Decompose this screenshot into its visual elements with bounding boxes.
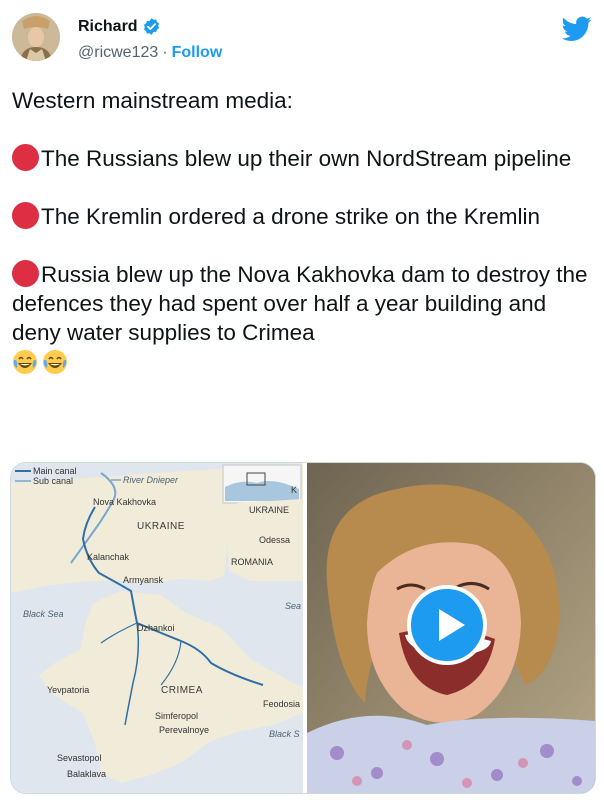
label-inset-ukraine: UKRAINE	[249, 505, 290, 515]
label-feodosia: Feodosia	[263, 699, 301, 709]
label-kalanchak: Kalanchak	[87, 552, 130, 562]
tweet-point: Russia blew up the Nova Kakhovka dam to …	[12, 260, 596, 347]
label-sevastopol: Sevastopol	[57, 753, 102, 763]
avatar[interactable]	[12, 13, 60, 61]
label-river-dnieper: River Dnieper	[123, 475, 179, 485]
separator: ·	[162, 44, 168, 61]
handle-row: @ricwe123 · Follow	[78, 44, 222, 62]
follow-button[interactable]: Follow	[172, 44, 223, 62]
label-dzhankoi: Dzhankoi	[137, 623, 175, 633]
tweet-header: Richard @ricwe123 · Follow	[12, 12, 592, 72]
label-black-s: Black S	[269, 729, 300, 739]
tweet-point-text: The Russians blew up their own NordStrea…	[41, 146, 572, 171]
author-name-row: Richard	[78, 17, 161, 36]
label-k: K	[291, 485, 298, 495]
label-odessa: Odessa	[259, 535, 291, 545]
play-button[interactable]	[407, 585, 487, 665]
laughing-emoji-icon	[12, 349, 38, 375]
media-grid: Main canal Sub canal River Dnieper Nova …	[10, 462, 596, 794]
video-thumbnail[interactable]	[307, 463, 595, 793]
label-simferopol: Simferopol	[155, 711, 199, 721]
label-armyansk: Armyansk	[123, 575, 164, 585]
label-ukraine: UKRAINE	[137, 521, 185, 532]
label-nova-kakhovka: Nova Kakhovka	[93, 497, 157, 507]
tweet-point: The Kremlin ordered a drone strike on th…	[12, 202, 596, 231]
twitter-bird-icon[interactable]	[561, 16, 592, 42]
play-icon	[439, 609, 465, 641]
emoji-row	[12, 349, 596, 378]
label-inset-sea: Sea	[285, 601, 302, 611]
legend-sub-canal: Sub canal	[33, 476, 74, 486]
tweet-intro: Western mainstream media:	[12, 88, 293, 113]
red-circle-icon	[12, 202, 39, 229]
label-crimea: CRIMEA	[161, 685, 203, 696]
author-name[interactable]: Richard	[78, 18, 138, 36]
tweet-point-text: The Kremlin ordered a drone strike on th…	[41, 204, 540, 229]
label-perevalnoye: Perevalnoye	[159, 725, 210, 735]
legend-main-canal: Main canal	[33, 466, 77, 476]
tweet-body: Western mainstream media: The Russians b…	[12, 86, 596, 378]
label-romania: ROMANIA	[231, 557, 274, 567]
laughing-emoji-icon	[42, 349, 68, 375]
label-balaklava: Balaklava	[67, 769, 107, 779]
label-black-sea: Black Sea	[23, 609, 64, 619]
tweet-point: The Russians blew up their own NordStrea…	[12, 144, 596, 173]
red-circle-icon	[12, 260, 39, 287]
crimea-map-image[interactable]: Main canal Sub canal River Dnieper Nova …	[11, 463, 303, 793]
red-circle-icon	[12, 144, 39, 171]
tweet-point-text: Russia blew up the Nova Kakhovka dam to …	[12, 262, 588, 345]
verified-badge-icon	[142, 17, 161, 36]
label-yevpatoria: Yevpatoria	[47, 685, 90, 695]
author-handle[interactable]: @ricwe123	[78, 44, 158, 62]
